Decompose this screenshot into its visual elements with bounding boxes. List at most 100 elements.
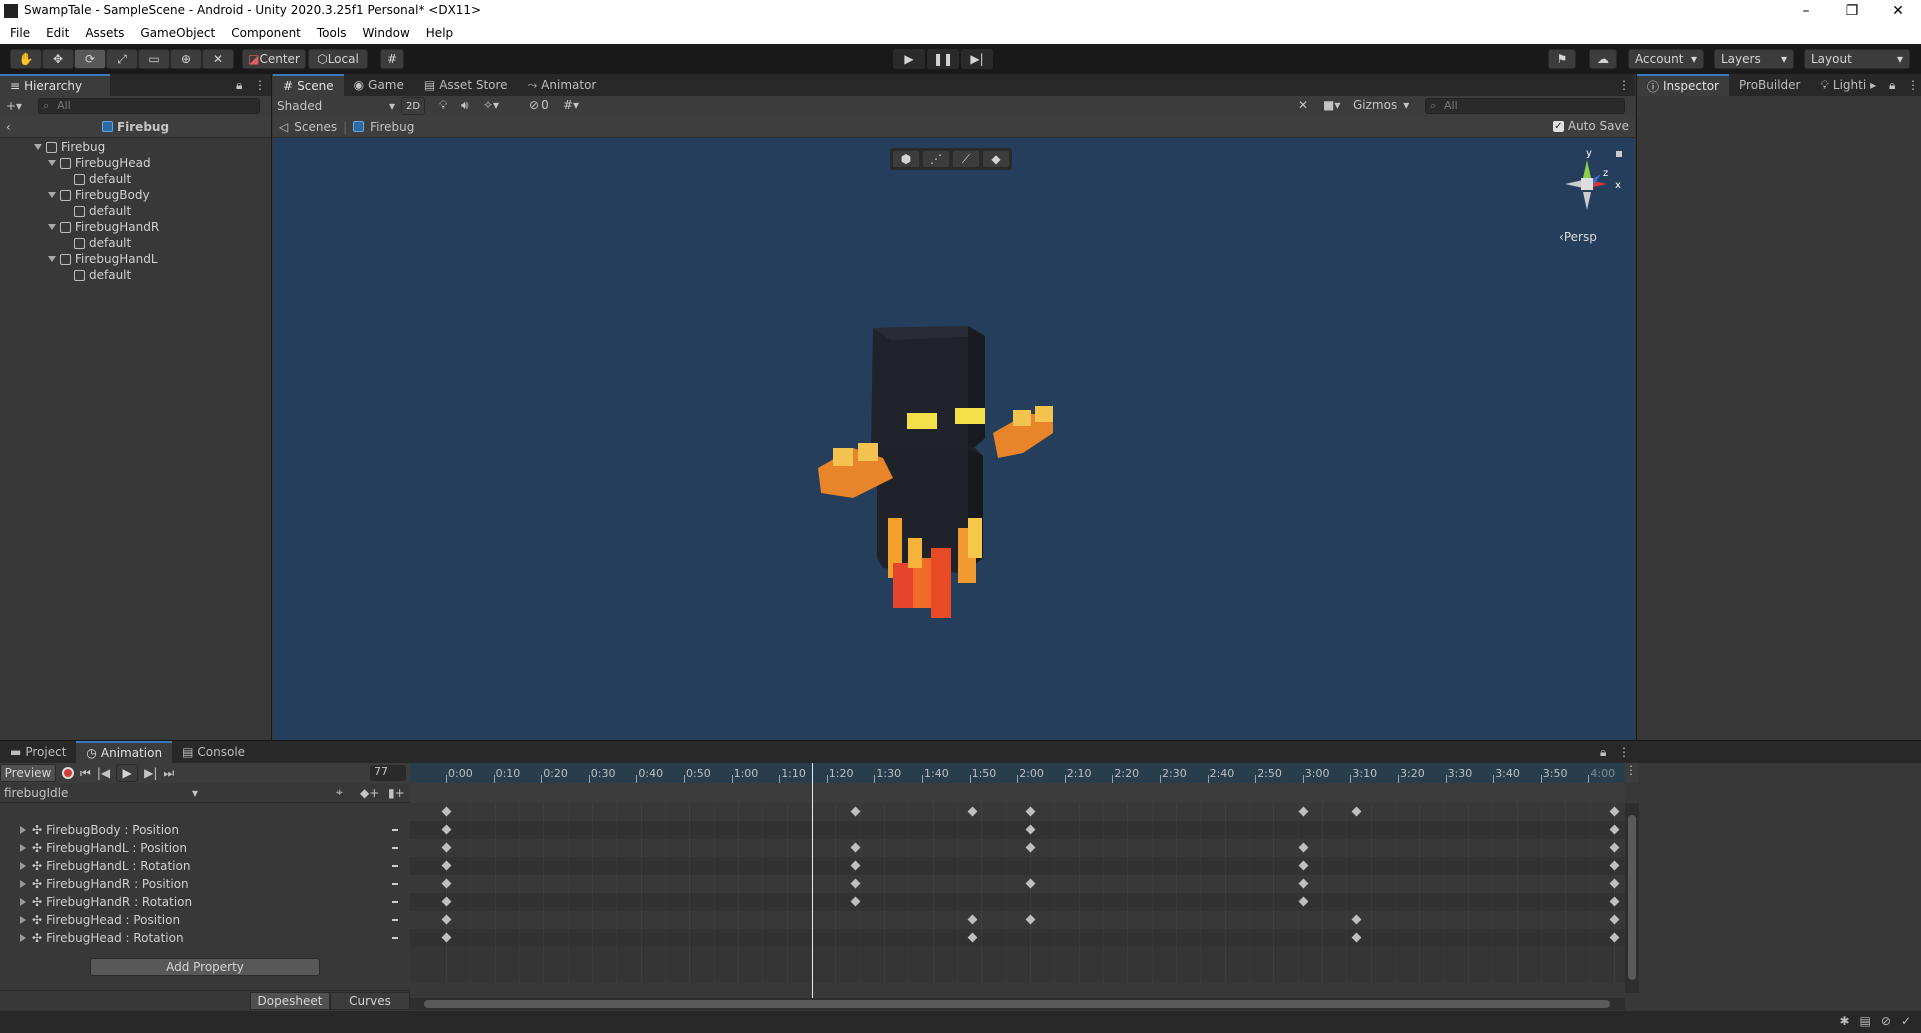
menu-help[interactable]: Help [418, 22, 461, 44]
more-icon[interactable]: ⋮ [1907, 78, 1919, 92]
face-mode-icon[interactable]: ◆ [982, 150, 1010, 168]
tree-item-firebughandl[interactable]: FirebugHandL [48, 251, 158, 267]
last-frame-icon[interactable]: ⏭ [163, 766, 174, 781]
transform-tool-icon[interactable]: ⊕ [170, 49, 202, 69]
timeline-events-row[interactable] [410, 783, 1625, 803]
fold-icon[interactable] [48, 160, 56, 166]
keyframe-filter-icon[interactable]: ⌖ [336, 785, 343, 800]
account-dropdown[interactable]: Account ▾ [1628, 49, 1704, 69]
preview-button[interactable]: Preview [0, 764, 56, 782]
maximize-button[interactable]: ❐ [1829, 0, 1875, 22]
menu-window[interactable]: Window [354, 22, 417, 44]
property-row[interactable]: ✣ FirebugHead : Rotation [0, 929, 410, 947]
more-icon[interactable]: ⋮ [1618, 78, 1630, 92]
more-icon[interactable]: ⋮ [1625, 763, 1639, 783]
fold-icon[interactable] [48, 256, 56, 262]
property-row[interactable]: ✣ FirebugBody : Position [0, 821, 410, 839]
effects-icon[interactable]: ✧▾ [483, 98, 499, 112]
menu-tools[interactable]: Tools [309, 22, 355, 44]
tab-hierarchy[interactable]: ≡ Hierarchy [0, 74, 110, 96]
fold-icon[interactable] [34, 144, 42, 150]
property-row[interactable]: ✣ FirebugHandR : Position [0, 875, 410, 893]
scrollbar-thumb[interactable] [424, 1000, 1610, 1008]
expand-icon[interactable] [20, 844, 26, 852]
lock-icon[interactable]: 🔒︎ [236, 78, 242, 93]
audio-icon[interactable]: 🔊︎ [461, 98, 469, 113]
remove-property-icon[interactable] [392, 865, 398, 867]
more-icon[interactable]: ⋮ [1618, 745, 1630, 759]
prev-frame-icon[interactable]: |◀ [97, 766, 110, 780]
lock-icon[interactable]: 🔒︎ [1889, 78, 1895, 93]
tab-asset-store[interactable]: ▤ Asset Store [414, 74, 518, 96]
axis-y-cone[interactable] [1583, 160, 1591, 178]
expand-icon[interactable] [20, 862, 26, 870]
property-row[interactable]: ✣ FirebugHead : Position [0, 911, 410, 929]
tree-item-firebug[interactable]: Firebug [34, 139, 105, 155]
hidden-objects-toggle[interactable]: ⊘ 0 [529, 98, 549, 112]
fold-icon[interactable] [48, 192, 56, 198]
grid-toggle-icon[interactable]: #▾ [563, 98, 579, 112]
collab-icon[interactable]: ⚑ [1548, 49, 1576, 69]
vertex-mode-icon[interactable]: ⋰ [922, 150, 950, 168]
scene-search-input[interactable]: ⌕ All [1425, 98, 1625, 114]
toggle-2d-button[interactable]: 2D [401, 97, 425, 115]
play-icon[interactable]: ▶ [116, 764, 139, 782]
tab-game[interactable]: ◉ Game [344, 74, 414, 96]
clip-dropdown[interactable]: firebugIdle ▾ [0, 786, 202, 800]
add-event-icon[interactable]: ▮+ [388, 786, 405, 800]
curves-tab[interactable]: Curves [330, 991, 410, 1010]
fold-icon[interactable] [48, 224, 56, 230]
custom-tool-icon[interactable]: ✕ [202, 49, 234, 69]
tree-item-firebugbody[interactable]: FirebugBody [48, 187, 150, 203]
projection-label[interactable]: ‹Persp [1559, 230, 1597, 244]
timeline-vertical-scrollbar[interactable] [1625, 803, 1639, 993]
record-icon[interactable] [62, 767, 74, 779]
tree-item-default[interactable]: default [74, 235, 131, 251]
grid-snap-icon[interactable]: # [380, 49, 404, 69]
lighting-icon[interactable]: 💡︎ [439, 98, 447, 113]
close-button[interactable]: ✕ [1875, 0, 1921, 22]
hand-tool-icon[interactable]: ✋ [10, 49, 42, 69]
remove-property-icon[interactable] [392, 883, 398, 885]
firebug-character[interactable] [813, 318, 1093, 638]
expand-icon[interactable] [20, 916, 26, 924]
pivot-local-button[interactable]: ⬡ Local [308, 49, 368, 69]
bake-icon[interactable]: ⊘ [1881, 1014, 1891, 1028]
tab-console[interactable]: ▤ Console [172, 741, 255, 763]
gizmos-dropdown[interactable]: Gizmos ▾ [1353, 98, 1409, 112]
scale-tool-icon[interactable]: ⤢ [106, 49, 138, 69]
first-frame-icon[interactable]: ⏮ [80, 766, 91, 781]
rotate-tool-icon[interactable]: ⟳ [74, 49, 106, 69]
menu-component[interactable]: Component [223, 22, 309, 44]
debug-icon[interactable]: ✱ [1839, 1014, 1849, 1028]
play-button[interactable]: ▶ [893, 49, 925, 69]
scrollbar-thumb[interactable] [1628, 815, 1636, 980]
hierarchy-search-input[interactable]: ⌕ All [38, 98, 261, 114]
edge-mode-icon[interactable]: ⟋ [952, 150, 980, 168]
add-icon[interactable]: +▾ [6, 99, 22, 113]
back-icon[interactable]: ‹ [6, 120, 11, 134]
add-keyframe-icon[interactable]: ◆+ [360, 786, 379, 800]
pivot-center-button[interactable]: ◪ Center [242, 49, 306, 69]
property-row[interactable]: ✣ FirebugHandL : Rotation [0, 857, 410, 875]
property-row[interactable]: ✣ FirebugHandL : Position [0, 839, 410, 857]
object-mode-icon[interactable]: ⬢ [892, 150, 920, 168]
menu-file[interactable]: File [2, 22, 38, 44]
remove-property-icon[interactable] [392, 937, 398, 939]
tab-project[interactable]: ▬ Project [0, 741, 76, 763]
frame-input[interactable]: 77 [370, 765, 406, 781]
cache-icon[interactable]: ▤ [1860, 1014, 1871, 1028]
minimize-button[interactable]: – [1783, 0, 1829, 22]
chevron-right-icon[interactable]: ▸ [1870, 78, 1876, 92]
breadcrumb-firebug[interactable]: Firebug [370, 120, 414, 134]
tree-item-firebughead[interactable]: FirebugHead [48, 155, 151, 171]
expand-icon[interactable] [20, 880, 26, 888]
scene-viewport[interactable]: ⬢ ⋰ ⟋ ◆ y z x ‹Persp [273, 138, 1635, 740]
tools-icon[interactable]: ✕ [1298, 98, 1308, 112]
remove-property-icon[interactable] [392, 919, 398, 921]
remove-property-icon[interactable] [392, 901, 398, 903]
check-icon[interactable]: ✓ [1901, 1014, 1911, 1028]
expand-icon[interactable] [20, 826, 26, 834]
tab-scene[interactable]: # Scene [273, 74, 344, 96]
tab-lighting[interactable]: 💡︎ Lighti ▸ [1810, 74, 1886, 96]
